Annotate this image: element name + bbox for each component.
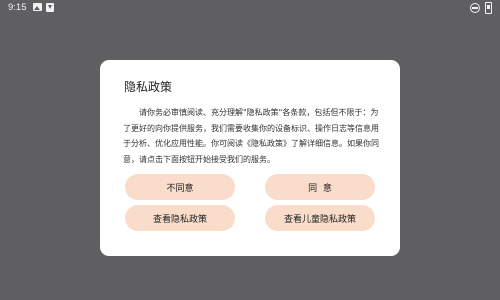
status-bar: 9:15 <box>0 0 500 16</box>
agree-button[interactable]: 同 意 <box>265 174 375 200</box>
view-privacy-policy-button[interactable]: 查看隐私政策 <box>125 205 235 231</box>
dialog-title: 隐私政策 <box>124 80 173 94</box>
download-icon <box>46 3 54 12</box>
disagree-button[interactable]: 不同意 <box>125 174 235 200</box>
status-time: 9:15 <box>8 2 27 13</box>
do-not-disturb-icon <box>470 3 480 13</box>
view-children-privacy-policy-button[interactable]: 查看儿童隐私政策 <box>265 205 375 231</box>
dialog-body-text: 请你务必审慎阅读、充分理解"隐私政策"各条款，包括但不限于：为了更好的向你提供服… <box>123 108 379 164</box>
battery-icon <box>485 2 492 14</box>
photo-icon <box>33 3 42 11</box>
privacy-dialog: 隐私政策 请你务必审慎阅读、充分理解"隐私政策"各条款，包括但不限于：为了更好的… <box>100 60 400 256</box>
